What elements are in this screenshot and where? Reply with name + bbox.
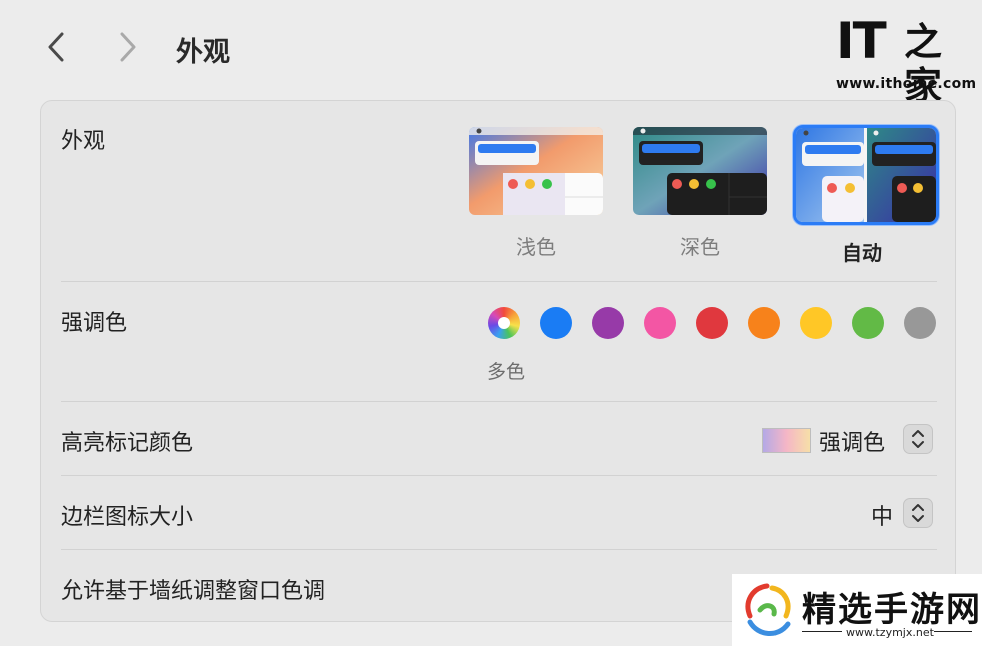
up-down-chevron-icon [912,430,924,448]
divider [61,401,937,402]
accent-swatch-green[interactable] [852,307,884,339]
appearance-label: 外观 [61,129,106,154]
settings-panel: 外观 浅色 深色 自动 强调色 多色 高亮标记颜色 强调色 边栏图标大小 中 允… [40,100,956,622]
sidebar-icon-size-popup-button[interactable] [903,498,933,528]
theme-option-light[interactable]: 浅色 [467,125,605,260]
watermark-url: www.tzymjx.net [846,626,934,639]
theme-option-auto[interactable]: 自动 [793,125,939,266]
wallpaper-tinting-label: 允许基于墙纸调整窗口色调 [61,579,326,604]
dark-theme-thumbnail [631,125,769,217]
page-title: 外观 [176,37,230,68]
back-button[interactable] [42,30,72,64]
highlight-color-label: 高亮标记颜色 [61,431,194,456]
accent-swatch-graphite[interactable] [904,307,936,339]
accent-swatch-red[interactable] [696,307,728,339]
theme-label-dark: 深色 [680,235,720,259]
divider [802,631,842,632]
accent-swatch-pink[interactable] [644,307,676,339]
accent-swatch-orange[interactable] [748,307,780,339]
divider [61,281,937,282]
accent-selected-label: 多色 [486,361,525,383]
brand-logo: IT 之家 www.ithome.com [836,12,976,108]
watermark: 精选手游网 www.tzymjx.net [732,574,982,646]
accent-swatch-multicolor[interactable] [488,307,520,339]
highlight-color-popup-button[interactable] [903,424,933,454]
highlight-color-value: 强调色 [819,431,886,456]
theme-option-dark[interactable]: 深色 [631,125,769,260]
divider [61,475,937,476]
forward-button[interactable] [112,30,142,64]
accent-swatch-purple[interactable] [592,307,624,339]
logo-mark-text: 之家 [904,20,943,108]
watermark-name: 精选手游网 [802,590,982,630]
highlight-color-preview [762,428,811,453]
logo-url: www.ithome.com [836,76,977,92]
divider [61,549,937,550]
sidebar-icon-size-label: 边栏图标大小 [61,505,194,530]
chevron-right-icon [120,32,136,62]
divider [934,631,972,632]
accent-swatch-blue[interactable] [540,307,572,339]
theme-label-auto: 自动 [842,241,882,265]
sidebar-icon-size-value: 中 [871,505,894,530]
accent-color-label: 强调色 [61,311,128,336]
accent-swatch-yellow[interactable] [800,307,832,339]
theme-label-light: 浅色 [516,235,556,259]
toolbar: 外观 IT 之家 www.ithome.com [0,0,982,108]
logo-mark: IT [836,12,887,70]
chevron-left-icon [48,32,64,62]
auto-theme-thumbnail [793,125,939,225]
watermark-logo-icon [745,583,791,636]
light-theme-thumbnail [467,125,605,217]
up-down-chevron-icon [912,504,924,522]
